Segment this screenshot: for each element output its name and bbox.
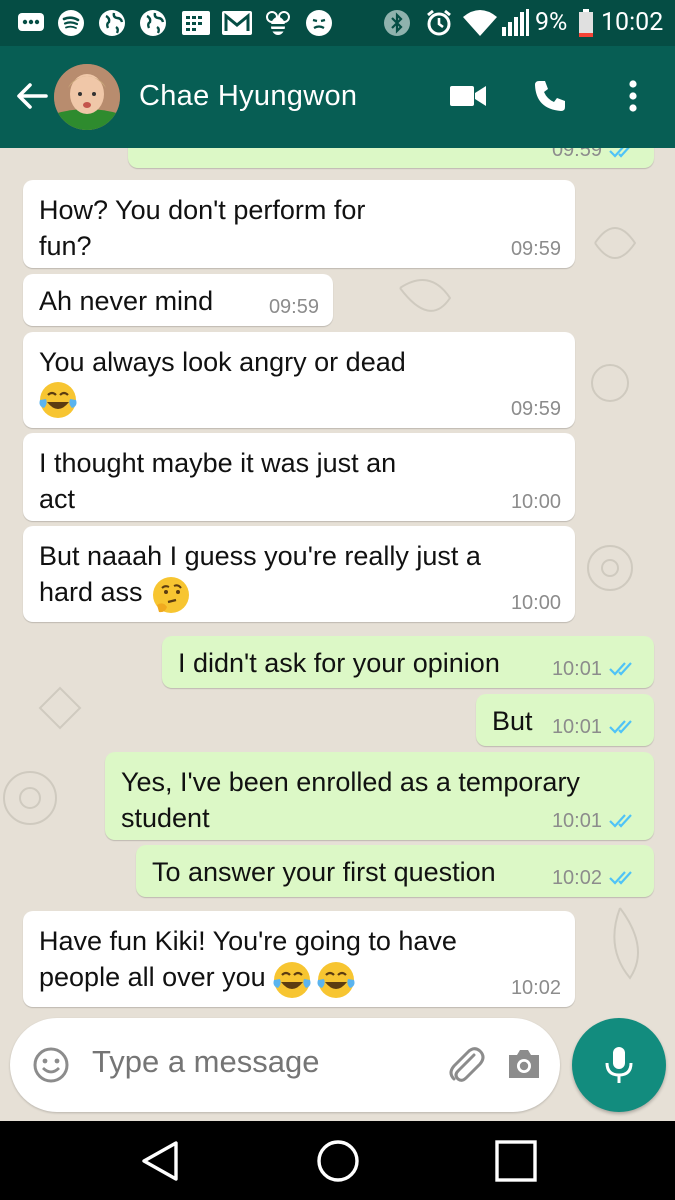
- message-bubble[interactable]: Have fun Kiki! You're going to have peop…: [23, 911, 575, 1007]
- alarm-icon: [424, 9, 454, 37]
- message-bubble[interactable]: You always look angry or dead 09:59: [23, 332, 575, 428]
- partial-emoji: [490, 148, 526, 150]
- message-bubble-outgoing[interactable]: But 10:01: [476, 694, 654, 746]
- laughing-crying-emoji-icon: [273, 961, 311, 998]
- message-input[interactable]: [92, 1044, 432, 1080]
- chat-header: Chae Hyungwon: [0, 46, 675, 148]
- message-text-line: people all over you: [39, 962, 266, 992]
- message-bubble[interactable]: I thought maybe it was just an act 10:00: [23, 433, 575, 521]
- clock: 10:02: [601, 8, 664, 37]
- status-bar: 9% 10:02: [0, 0, 675, 46]
- message-bubble-outgoing[interactable]: Yes, I've been enrolled as a temporary s…: [105, 752, 654, 840]
- message-text-line: fun?: [39, 231, 92, 261]
- message-time: 09:59: [551, 148, 602, 161]
- message-time: 10:02: [510, 977, 561, 999]
- mic-button[interactable]: [572, 1018, 666, 1112]
- message-time: 10:01: [551, 810, 602, 832]
- message-text-line: You always look angry or dead: [39, 347, 406, 377]
- globe-icon-2: [138, 9, 168, 37]
- read-ticks-icon: [609, 720, 632, 734]
- message-bubble[interactable]: Ah never mind 09:59: [23, 274, 333, 326]
- read-ticks-icon: [609, 148, 630, 158]
- read-ticks-icon: [609, 662, 632, 676]
- back-arrow-icon[interactable]: [14, 78, 50, 114]
- laughing-crying-emoji-icon: [317, 961, 355, 998]
- messages-notification-icon: [16, 9, 46, 37]
- wifi-icon: [462, 9, 498, 37]
- thinking-emoji-icon: [153, 576, 190, 613]
- nav-home-icon[interactable]: [316, 1139, 360, 1183]
- calendar-icon: [180, 9, 212, 37]
- spotify-icon: [56, 9, 86, 37]
- message-bubble[interactable]: But naaah I guess you're really just a h…: [23, 526, 575, 622]
- read-ticks-icon: [609, 814, 632, 828]
- message-text-line: I thought maybe it was just an: [39, 448, 397, 478]
- message-text-line: hard ass: [39, 577, 143, 607]
- message-time: 09:59: [510, 238, 561, 260]
- message-time: 10:00: [510, 592, 561, 614]
- message-time: 10:02: [551, 867, 602, 889]
- avatar[interactable]: [54, 64, 120, 130]
- video-call-icon[interactable]: [448, 76, 488, 116]
- laughing-crying-emoji-icon: [39, 382, 77, 418]
- message-input-box[interactable]: [10, 1018, 560, 1112]
- nav-back-icon[interactable]: [138, 1139, 180, 1183]
- battery-icon: [577, 9, 595, 37]
- message-time: 09:59: [268, 296, 319, 318]
- signal-icon: [500, 9, 530, 37]
- mic-icon: [605, 1047, 633, 1083]
- message-time: 09:59: [510, 398, 561, 420]
- attach-icon[interactable]: [444, 1045, 486, 1087]
- message-bubble-outgoing[interactable]: I didn't ask for your opinion 10:01: [162, 636, 654, 688]
- message-text-line: How? You don't perform for: [39, 195, 366, 225]
- message-text-line: Have fun Kiki! You're going to have: [39, 926, 457, 956]
- message-time: 10:01: [551, 658, 602, 680]
- message-bubble-partial[interactable]: 09:59: [128, 148, 654, 168]
- message-text-line: But naaah I guess you're really just a: [39, 541, 481, 571]
- message-time: 10:00: [510, 491, 561, 513]
- emoji-icon[interactable]: [32, 1046, 70, 1084]
- bluetooth-icon: [383, 9, 411, 37]
- more-options-icon[interactable]: [613, 76, 653, 116]
- nav-recents-icon[interactable]: [495, 1140, 537, 1182]
- message-bubble-outgoing[interactable]: To answer your first question 10:02: [136, 845, 654, 897]
- read-ticks-icon: [609, 871, 632, 885]
- chat-area[interactable]: 09:59 How? You don't perform for fun? 09…: [0, 148, 675, 1121]
- gmail-icon: [221, 9, 253, 37]
- contact-name[interactable]: Chae Hyungwon: [139, 80, 357, 113]
- message-time: 10:01: [551, 716, 602, 738]
- battery-percent: 9%: [535, 8, 568, 37]
- camera-icon[interactable]: [507, 1048, 543, 1082]
- bee-icon: [262, 9, 294, 37]
- navigation-bar: [0, 1121, 675, 1200]
- sad-face-icon: [304, 9, 334, 37]
- globe-icon: [97, 9, 127, 37]
- message-text-line: Yes, I've been enrolled as a temporary: [121, 767, 580, 797]
- message-bubble[interactable]: How? You don't perform for fun? 09:59: [23, 180, 575, 268]
- message-text-line: act: [39, 484, 76, 514]
- phone-icon[interactable]: [530, 76, 570, 116]
